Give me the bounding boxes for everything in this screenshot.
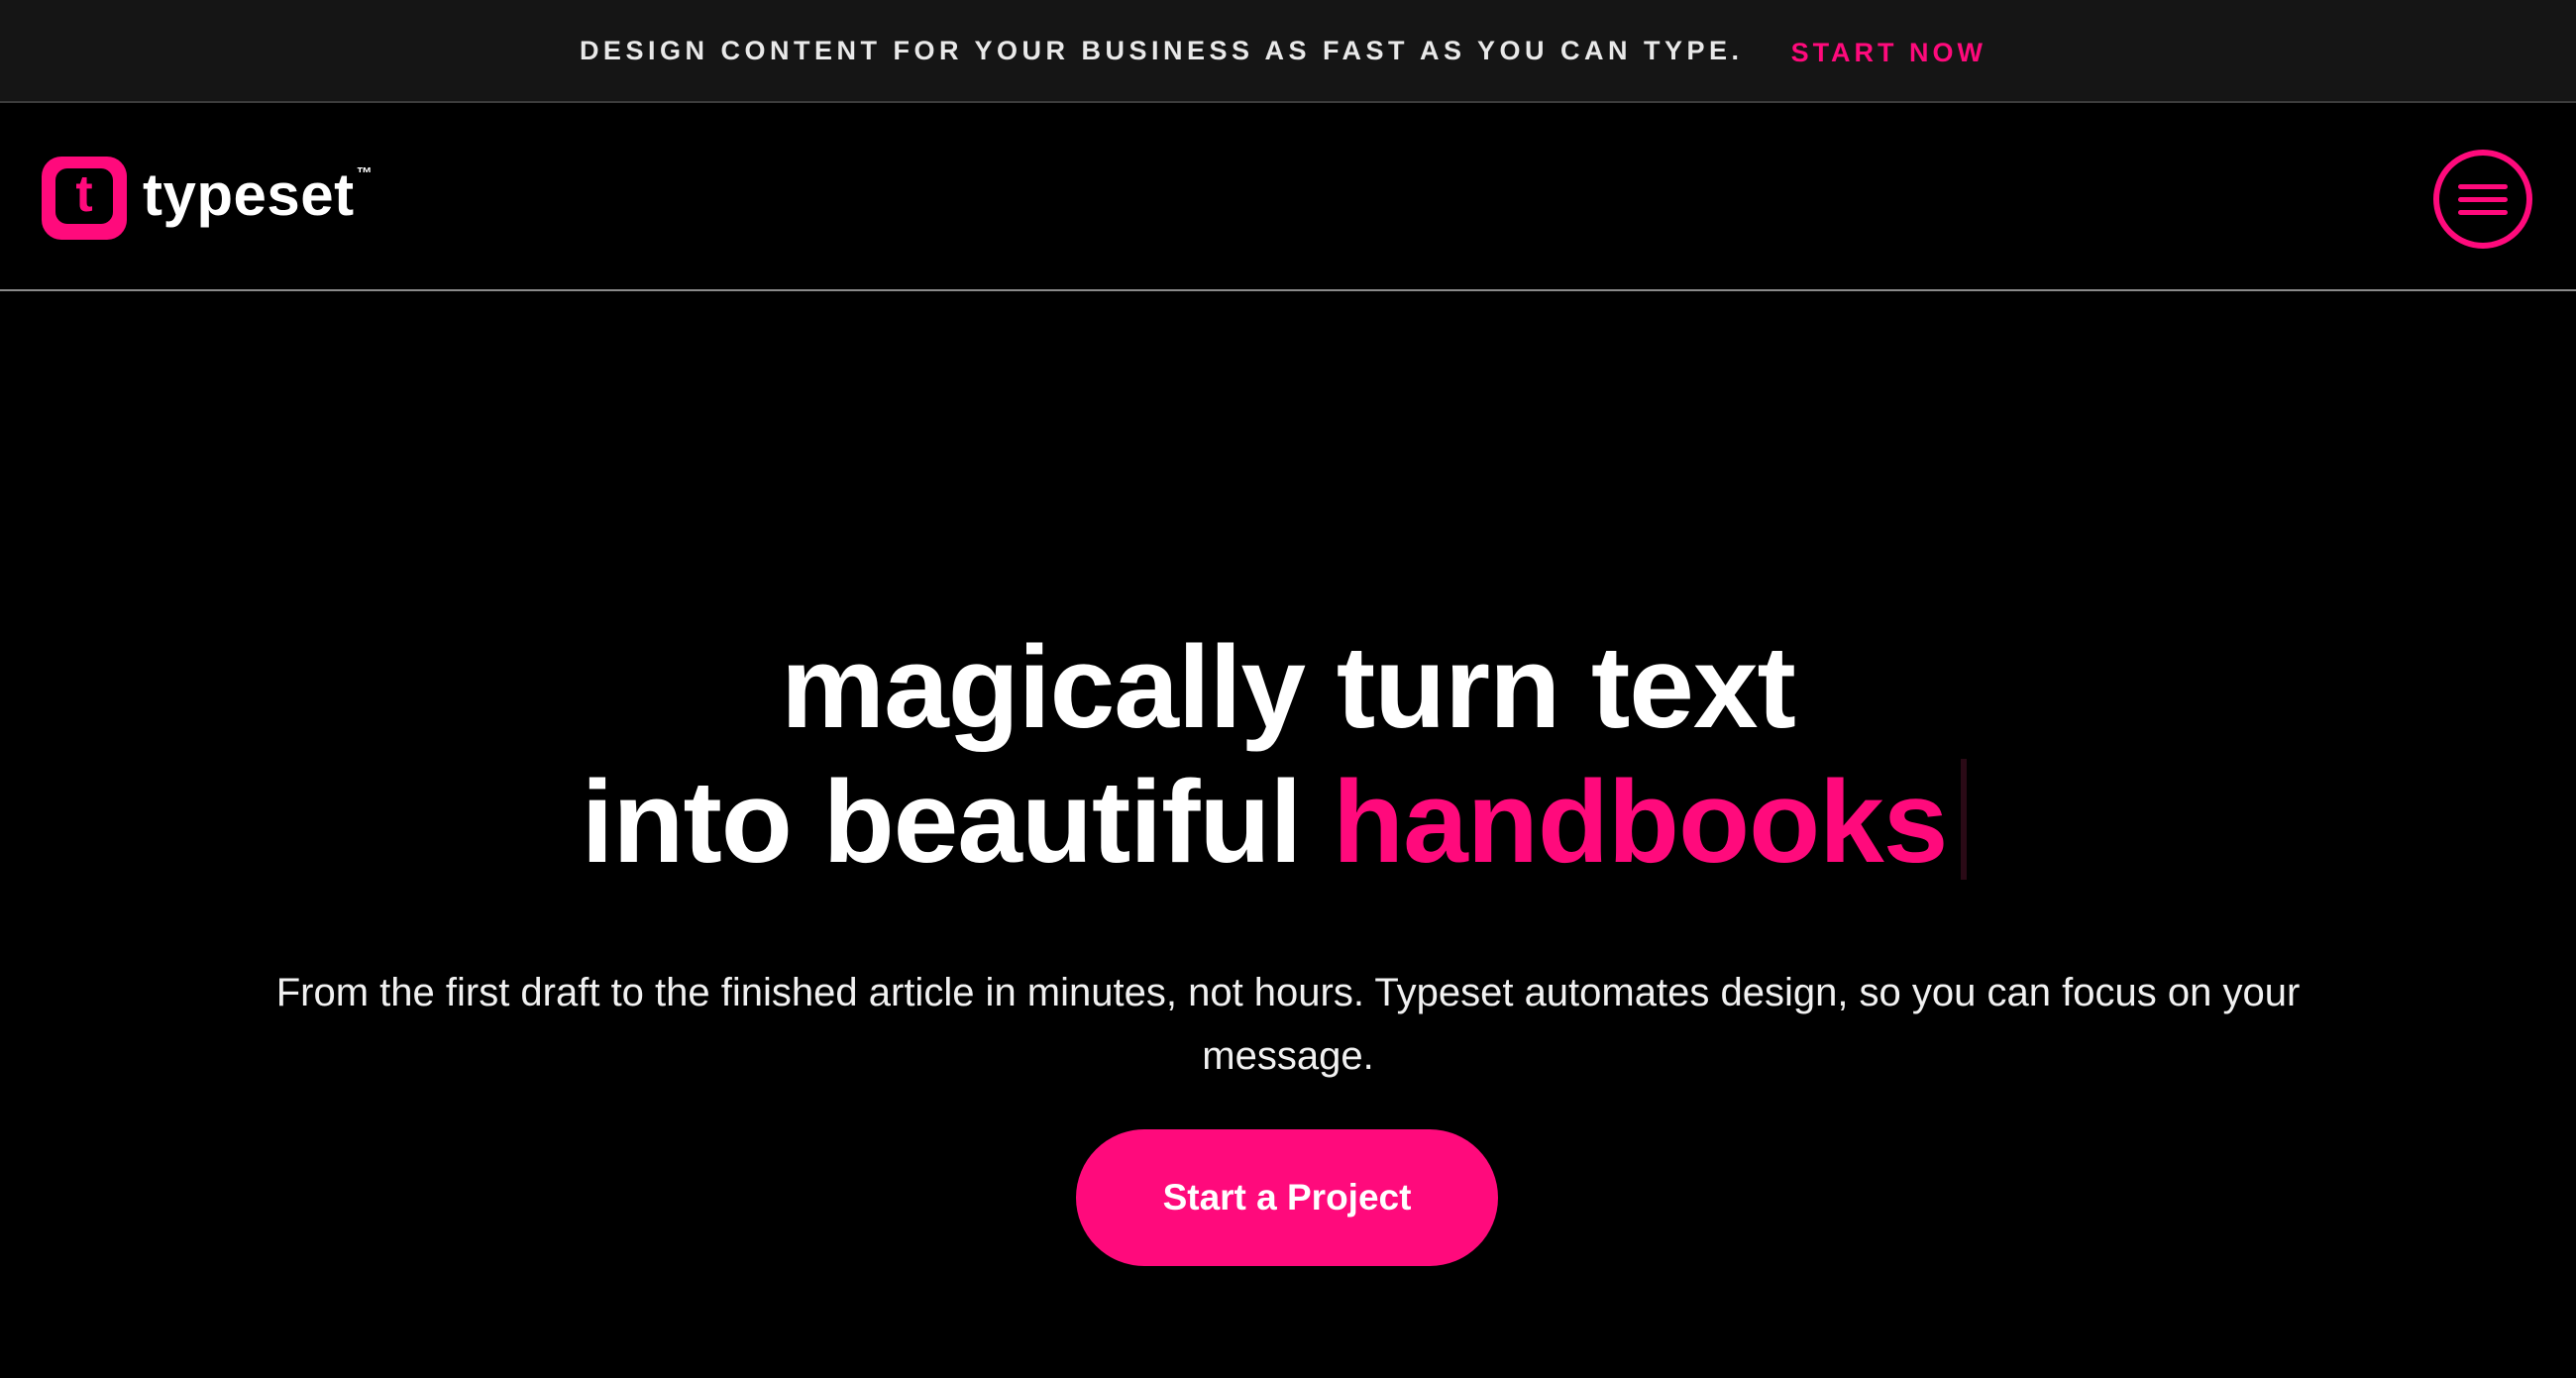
navbar: t typeset ™	[0, 105, 2576, 291]
brand-logo-link[interactable]: t typeset ™	[42, 157, 373, 240]
typing-caret	[1961, 759, 1968, 880]
hamburger-icon-line	[2458, 209, 2508, 215]
menu-button[interactable]	[2433, 150, 2532, 249]
logo-inner: t	[55, 168, 113, 224]
start-project-button[interactable]: Start a Project	[1076, 1129, 1498, 1266]
hero-subheading: From the first draft to the finished art…	[275, 971, 2301, 1078]
announcement-text: DESIGN CONTENT FOR YOUR BUSINESS AS FAST…	[579, 35, 1744, 65]
headline-prefix: into beautiful	[581, 757, 1303, 888]
start-now-link[interactable]: START NOW	[1791, 38, 1986, 68]
typeset-logo-icon: t	[42, 157, 127, 240]
headline-line-1: magically turn text	[781, 622, 1796, 753]
hamburger-icon	[2458, 183, 2508, 189]
hero-section: magically turn text into beautiful handb…	[0, 293, 2576, 1378]
hero-headline: magically turn text into beautiful handb…	[0, 620, 2576, 890]
headline-line-2: into beautiful handbooks	[0, 755, 2562, 890]
brand-name: typeset	[143, 160, 355, 228]
hamburger-icon-line	[2458, 196, 2508, 202]
headline-highlight-word: handbooks	[1333, 757, 1948, 888]
trademark-symbol: ™	[356, 165, 373, 182]
announcement-bar: DESIGN CONTENT FOR YOUR BUSINESS AS FAST…	[0, 0, 2576, 103]
logo-letter: t	[75, 165, 93, 223]
